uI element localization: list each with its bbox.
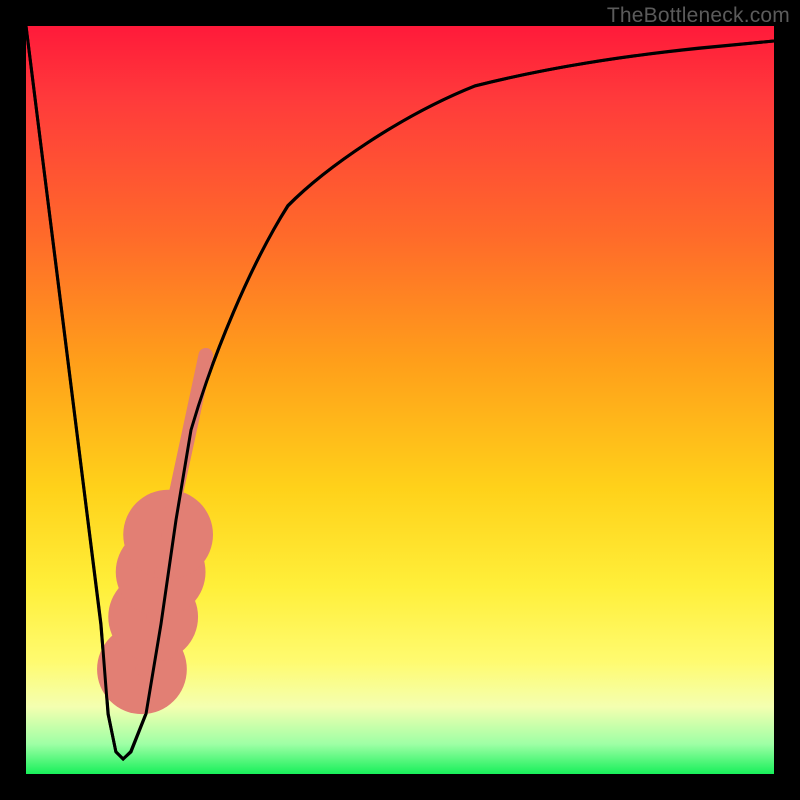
watermark-text: TheBottleneck.com [607,4,790,28]
chart-svg [26,26,774,774]
highlight-band [172,355,206,512]
chart-frame: TheBottleneck.com [0,0,800,800]
highlight-dot [123,490,213,580]
